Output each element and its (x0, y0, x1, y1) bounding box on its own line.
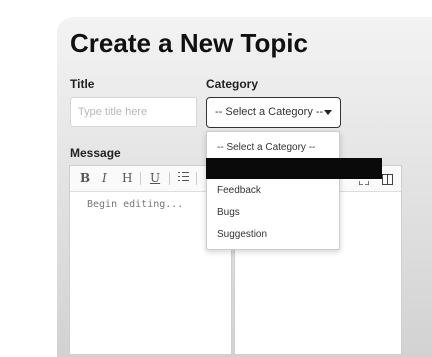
dropdown-option[interactable]: Feedback (207, 181, 339, 201)
underline-button[interactable]: U (150, 171, 160, 185)
category-label: Category (206, 77, 259, 91)
italic-button[interactable]: I (102, 171, 107, 185)
page-title: Create a New Topic (70, 28, 308, 58)
category-select[interactable]: -- Select a Category -- (206, 97, 341, 128)
category-dropdown: -- Select a Category -- Feedback Bugs Su… (206, 131, 340, 250)
toolbar-divider (140, 172, 141, 185)
toolbar-divider (169, 172, 170, 185)
editor-placeholder: Begin editing... (87, 199, 184, 210)
dropdown-option[interactable]: Suggestion (207, 225, 339, 245)
chevron-down-icon (324, 110, 332, 115)
title-input[interactable] (70, 97, 197, 127)
side-by-side-icon[interactable] (382, 172, 393, 185)
message-label: Message (70, 146, 121, 160)
toolbar-divider (196, 172, 197, 185)
redacted-option-bar (206, 158, 382, 179)
heading-button[interactable]: H (122, 171, 132, 185)
title-label: Title (70, 77, 95, 91)
category-select-value: -- Select a Category -- (215, 106, 324, 118)
bold-button[interactable]: B (80, 171, 90, 185)
ordered-list-icon[interactable] (178, 170, 190, 187)
dropdown-option[interactable]: Bugs (207, 203, 339, 223)
dropdown-option[interactable]: -- Select a Category -- (207, 138, 339, 158)
